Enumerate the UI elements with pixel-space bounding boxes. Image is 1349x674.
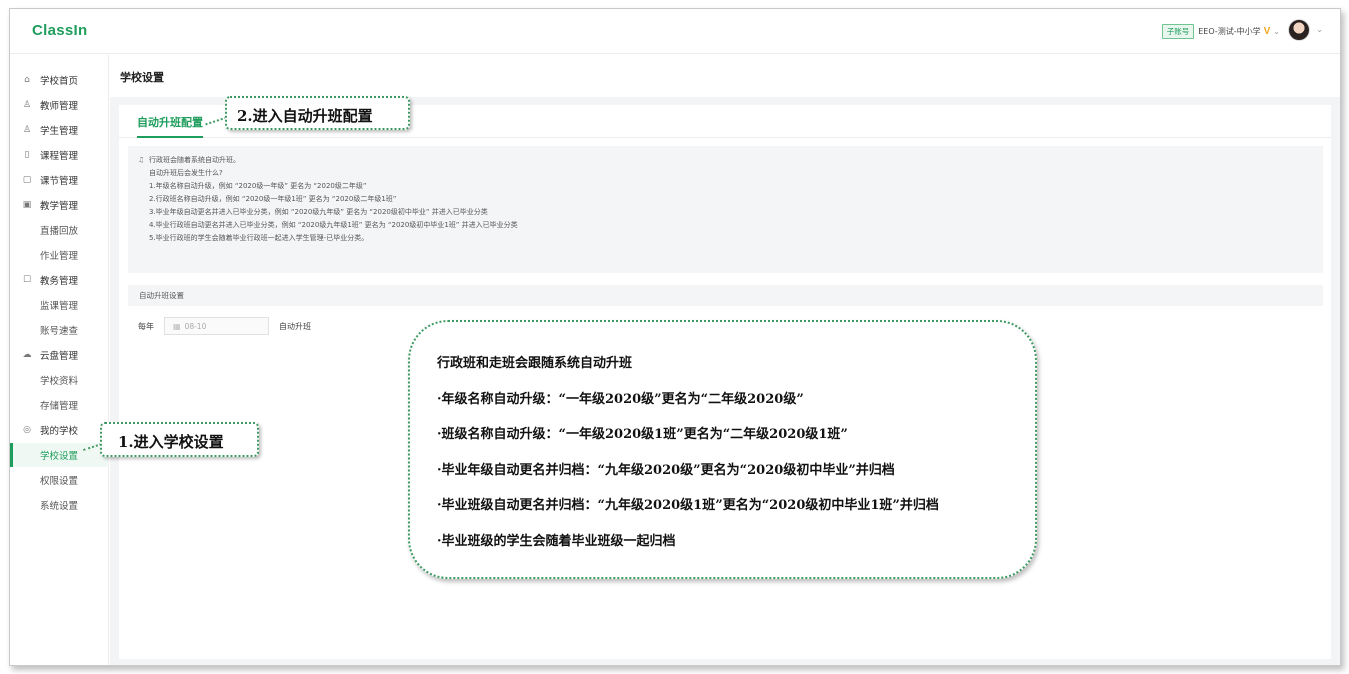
sidebar-item-label: 学校设置 bbox=[40, 451, 79, 462]
sidebar: ⌂ 学校首页 ♙ 教师管理 ♙ 学生管理 ▯ 课程管理 ▢ 课节管理 ▣ 教学管理 直播回放… bbox=[10, 55, 109, 665]
teach-icon: ▣ bbox=[22, 200, 32, 210]
notice-line: ♫ 行政班会随着系统自动升班。 bbox=[138, 154, 1313, 167]
bubble-line: ·班级名称自动升级：“一年级2020级1班”更名为“二年级2020级1班” bbox=[437, 427, 848, 442]
sidebar-item-label: 直播回放 bbox=[40, 226, 79, 237]
avatar-chevron-down-icon[interactable]: ⌄ bbox=[1316, 25, 1323, 34]
calendar-icon: ▢ bbox=[22, 175, 32, 185]
notice-box: ♫ 行政班会随着系统自动升班。 自动升班后会发生什么? 1.年级名称自动升级，例如… bbox=[128, 146, 1323, 273]
bubble-line: ·年级名称自动升级：“一年级2020级”更名为“二年级2020级” bbox=[437, 391, 804, 407]
sidebar-item-permissions[interactable]: 权限设置 bbox=[10, 468, 109, 492]
sidebar-item-school-files[interactable]: 学校资料 bbox=[10, 368, 109, 392]
sidebar-item-label: 教务管理 bbox=[40, 276, 79, 287]
sidebar-item-homework[interactable]: 作业管理 bbox=[10, 243, 109, 267]
bubble-line: ·毕业年级自动更名并归档：“九年级2020级”更名为“2020级初中毕业”并归档 bbox=[437, 462, 895, 478]
notice-line: 2.行政班名称自动升级，例如 “2020级一年级1班” 更名为 “2020级二年… bbox=[149, 195, 397, 203]
bubble-line: 行政班和走班会跟随系统自动升班 bbox=[437, 356, 633, 371]
account-switcher[interactable]: 子账号 EEO-测试-中小学 V ⌄ bbox=[1161, 24, 1280, 39]
sidebar-item-label: 学校首页 bbox=[40, 76, 79, 87]
sidebar-item-label: 学校资料 bbox=[40, 376, 79, 387]
sidebar-item-label: 课程管理 bbox=[40, 151, 79, 162]
page-header: 学校设置 bbox=[110, 55, 1340, 97]
top-bar: ClassIn 子账号 EEO-测试-中小学 V ⌄ ⌄ bbox=[10, 9, 1340, 54]
sidebar-item-courses[interactable]: ▯ 课程管理 bbox=[10, 143, 109, 167]
date-input[interactable]: ▦ 08-10 bbox=[164, 317, 269, 335]
classin-logo[interactable]: ClassIn bbox=[32, 22, 87, 39]
sidebar-item-label: 云盘管理 bbox=[40, 351, 79, 362]
sidebar-item-label: 我的学校 bbox=[40, 426, 79, 437]
sidebar-item-my-school[interactable]: ◎ 我的学校 bbox=[10, 418, 109, 442]
sidebar-item-account-lookup[interactable]: 账号速查 bbox=[10, 318, 109, 342]
sidebar-item-label: 课节管理 bbox=[40, 176, 79, 187]
sidebar-item-students[interactable]: ♙ 学生管理 bbox=[10, 118, 109, 142]
sidebar-item-label: 权限设置 bbox=[40, 476, 79, 487]
sidebar-item-home[interactable]: ⌂ 学校首页 bbox=[10, 68, 109, 92]
notice-line: 1.年级名称自动升级，例如 “2020级一年级” 更名为 “2020级二年级” bbox=[149, 182, 367, 190]
clipboard-icon: ☐ bbox=[22, 275, 32, 285]
notice-line: 4.毕业行政班自动更名并进入已毕业分类，例如 “2020级九年级1班” 更名为 … bbox=[149, 221, 518, 229]
sidebar-item-label: 系统设置 bbox=[40, 501, 79, 512]
sidebar-item-label: 监课管理 bbox=[40, 301, 79, 312]
sidebar-item-teaching[interactable]: ▣ 教学管理 bbox=[10, 193, 109, 217]
book-icon: ▯ bbox=[24, 150, 30, 160]
sidebar-item-label: 作业管理 bbox=[40, 251, 79, 262]
sidebar-item-label: 账号速查 bbox=[40, 326, 79, 337]
sidebar-item-lessons[interactable]: ▢ 课节管理 bbox=[10, 168, 109, 192]
sidebar-item-academic[interactable]: ☐ 教务管理 bbox=[10, 268, 109, 292]
chevron-down-icon: ⌄ bbox=[1273, 27, 1280, 36]
sidebar-item-system-settings[interactable]: 系统设置 bbox=[10, 493, 109, 517]
notice-line: 5.毕业行政班的学生会随着毕业行政班一起进入学生管理-已毕业分类。 bbox=[149, 234, 369, 242]
tab-auto-promotion[interactable]: 自动升班配置 bbox=[137, 114, 203, 138]
user-icon: ♙ bbox=[22, 100, 32, 110]
school-icon: ◎ bbox=[23, 425, 31, 435]
sidebar-item-storage[interactable]: 存储管理 bbox=[10, 393, 109, 417]
sidebar-item-label: 存储管理 bbox=[40, 401, 79, 412]
users-icon: ♙ bbox=[22, 125, 32, 135]
sidebar-item-live-replay[interactable]: 直播回放 bbox=[10, 218, 109, 242]
bubble-line: ·毕业班级自动更名并归档：“九年级2020级1班”更名为“2020级初中毕业1班… bbox=[437, 498, 939, 513]
calendar-icon: ▦ bbox=[173, 321, 181, 331]
callout-step1: 1.进入学校设置 bbox=[100, 422, 259, 457]
callout-step2: 2.进入自动升班配置 bbox=[225, 96, 410, 130]
auto-promotion-row: 每年 ▦ 08-10 自动升班 bbox=[138, 317, 311, 335]
bubble-line: ·毕业班级的学生会随着毕业班级一起归档 bbox=[437, 533, 676, 549]
sidebar-item-teachers[interactable]: ♙ 教师管理 bbox=[10, 93, 109, 117]
row-prefix: 每年 bbox=[138, 321, 154, 331]
sidebar-item-cloud-drive[interactable]: ☁ 云盘管理 bbox=[10, 343, 109, 367]
notice-line: 3.毕业年级自动更名并进入已毕业分类，例如 “2020级九年级” 更名为 “20… bbox=[149, 208, 488, 216]
sidebar-item-class-monitor[interactable]: 监课管理 bbox=[10, 293, 109, 317]
row-suffix: 自动升班 bbox=[279, 321, 311, 331]
sidebar-item-label: 学生管理 bbox=[40, 126, 79, 137]
explanation-bubble: 行政班和走班会跟随系统自动升班 ·年级名称自动升级：“一年级2020级”更名为“… bbox=[408, 320, 1037, 579]
date-value: 08-10 bbox=[184, 321, 207, 331]
sidebar-item-label: 教师管理 bbox=[40, 101, 79, 112]
sub-account-badge: 子账号 bbox=[1161, 24, 1195, 39]
section-title: 自动升班设置 bbox=[128, 285, 1323, 306]
notice-line: 自动升班后会发生什么? bbox=[149, 169, 223, 177]
page-title: 学校设置 bbox=[120, 71, 164, 84]
bell-icon: ♫ bbox=[138, 156, 145, 164]
avatar[interactable] bbox=[1288, 19, 1310, 41]
account-name: EEO-测试-中小学 bbox=[1198, 27, 1261, 36]
notice-text: 行政班会随着系统自动升班。 bbox=[149, 156, 240, 164]
sidebar-item-label: 教学管理 bbox=[40, 201, 79, 212]
home-icon: ⌂ bbox=[24, 75, 30, 85]
vip-icon: V bbox=[1263, 26, 1271, 37]
cloud-icon: ☁ bbox=[22, 350, 32, 360]
